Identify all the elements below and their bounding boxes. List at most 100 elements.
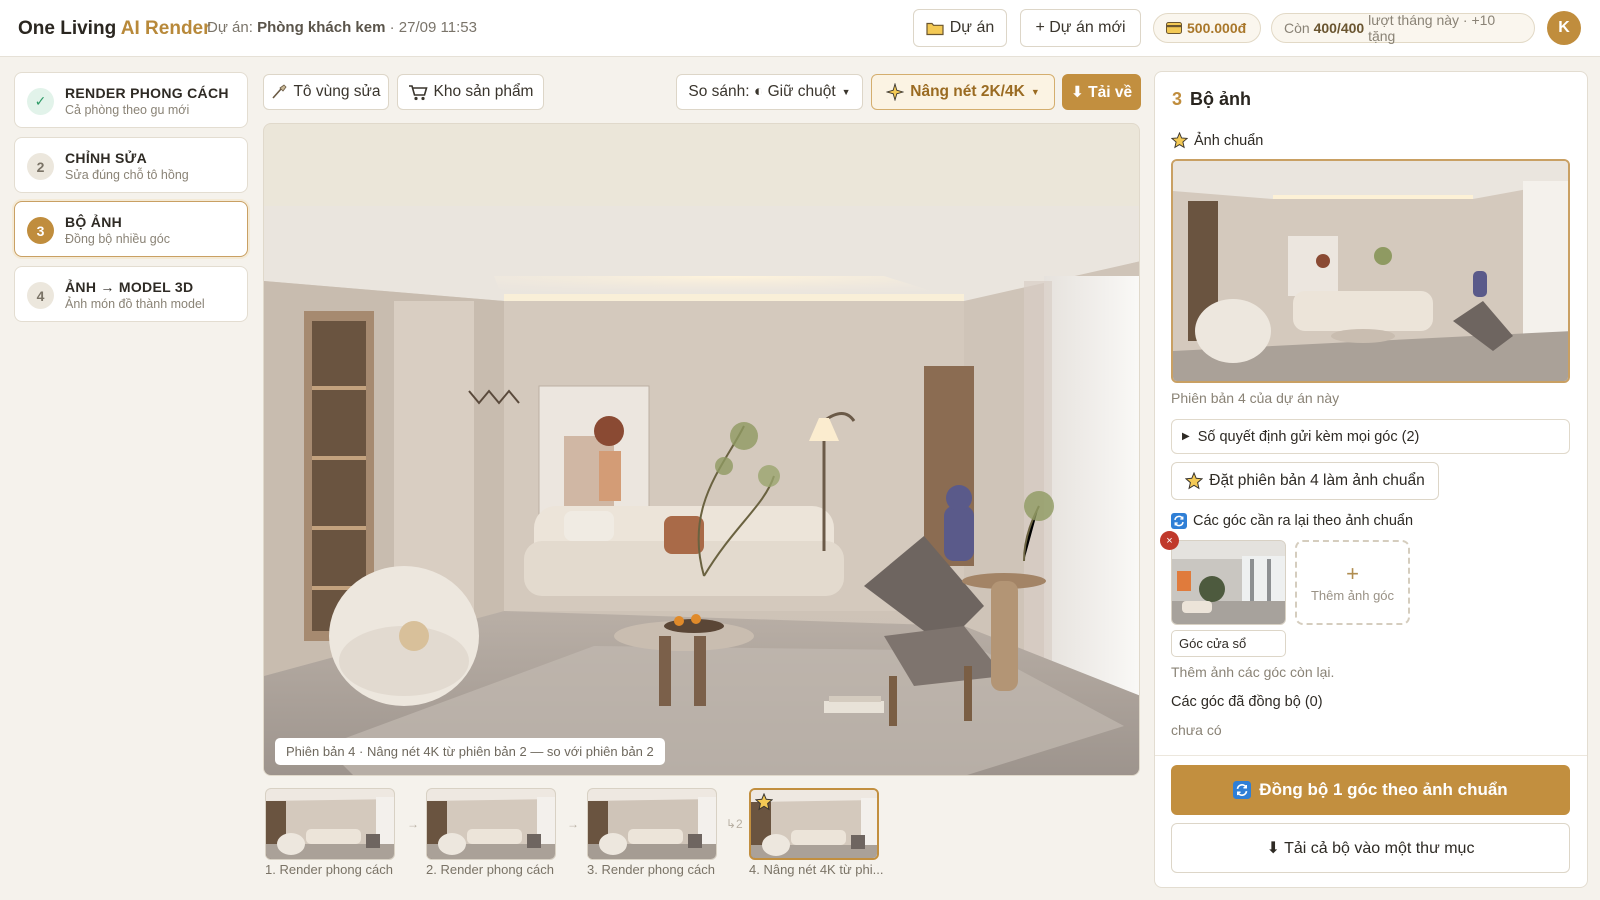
render-image — [264, 206, 1139, 775]
product-library-label: Kho sản phẩm — [433, 83, 534, 100]
set-reference-label: Đặt phiên bản 4 làm ảnh chuẩn — [1209, 472, 1425, 489]
app-header: One Living AI Render Dự án: Phòng khách … — [0, 0, 1600, 57]
step-number: 4 — [27, 282, 54, 309]
chevron-down-icon: ▼ — [1030, 87, 1040, 97]
step-title: RENDER PHONG CÁCH — [65, 85, 229, 101]
step-subtitle: Sửa đúng chỗ tô hồng — [65, 168, 189, 182]
angle-thumbnail[interactable] — [1171, 540, 1286, 625]
step-image-set[interactable]: 3 BỘ ẢNH Đồng bộ nhiều góc — [14, 201, 248, 257]
version-thumb-1[interactable] — [265, 788, 395, 860]
sparkle-icon — [886, 83, 905, 101]
download-button[interactable]: ⬇ Tải về — [1062, 74, 1141, 110]
step-title: CHỈNH SỬA — [65, 150, 147, 166]
step-check-icon: ✓ — [27, 88, 54, 115]
project-info: Dự án: Phòng khách kem · 27/09 11:53 — [207, 19, 477, 36]
sync-icon — [1171, 513, 1187, 529]
quota-value: 400/400 — [1313, 20, 1365, 36]
new-project-button-label: + Dự án mới — [1035, 19, 1126, 36]
new-project-button[interactable]: + Dự án mới — [1020, 9, 1141, 47]
step-subtitle: Ảnh món đồ thành model — [65, 297, 205, 311]
version-thumb-image — [266, 789, 394, 859]
download-all-button[interactable]: ⬇ Tải cả bộ vào một thư mục — [1171, 823, 1570, 873]
angles-heading: Các góc cần ra lại theo ảnh chuẩn — [1171, 513, 1413, 529]
panel-step-number: 3 — [1172, 89, 1183, 109]
credit-card-icon — [1166, 22, 1182, 34]
reference-image-render — [1173, 161, 1568, 381]
step-render-style[interactable]: ✓ RENDER PHONG CÁCH Cả phòng theo gu mới — [14, 72, 248, 128]
project-prefix: Dự án: — [207, 19, 253, 36]
set-reference-button[interactable]: Đặt phiên bản 4 làm ảnh chuẩn — [1171, 462, 1439, 500]
projects-button-label: Dự án — [949, 19, 995, 36]
angles-heading-text: Các góc cần ra lại theo ảnh chuẩn — [1193, 513, 1414, 529]
credit-balance: 500.000đ — [1153, 13, 1261, 43]
projects-button[interactable]: Dự án — [913, 9, 1007, 47]
step-number: 2 — [27, 153, 54, 180]
project-name: Phòng khách kem — [257, 19, 386, 36]
version-label: 3. Render phong cách — [587, 862, 715, 877]
image-set-panel: 3 Bộ ảnh Ảnh chuẩn Phiên bản 4 của dự án … — [1154, 71, 1588, 888]
version-arrow: → — [407, 817, 419, 831]
panel-title: 3 Bộ ảnh — [1172, 89, 1251, 110]
step-image-to-3d[interactable]: 4 ẢNH → MODEL 3D Ảnh món đồ thành model — [14, 266, 248, 322]
upscale-label: Nâng nét 2K/4K — [910, 83, 1025, 100]
reference-label: Ảnh chuẩn — [1171, 132, 1263, 149]
star-icon — [1185, 472, 1204, 490]
synced-empty-text: chưa có — [1171, 722, 1222, 738]
folder-icon — [926, 21, 944, 36]
star-icon — [754, 792, 774, 816]
reference-image[interactable] — [1171, 159, 1570, 383]
version-label: 4. Nâng nét 4K từ phi... — [749, 862, 884, 877]
paint-region-label: Tô vùng sửa — [293, 83, 381, 100]
version-thumb-4[interactable] — [749, 788, 879, 860]
version-thumb-3[interactable] — [587, 788, 717, 860]
decisions-accordion-label: Số quyết định gửi kèm mọi góc (2) — [1197, 428, 1420, 445]
step-subtitle: Đồng bộ nhiều góc — [65, 232, 170, 246]
step-number: 3 — [27, 217, 54, 244]
panel-divider — [1155, 755, 1587, 756]
caret-right-icon: ▶ — [1182, 431, 1190, 442]
compare-label: So sánh: ◐ Giữ chuột — [688, 83, 836, 100]
brand-logo[interactable]: One Living AI Render — [18, 18, 211, 40]
compare-select[interactable]: So sánh: ◐ Giữ chuột ▼ — [676, 74, 863, 110]
cart-icon — [408, 84, 428, 101]
version-branch-marker: ↳2 — [726, 817, 743, 831]
quota-prefix: Còn — [1284, 20, 1310, 36]
project-time: · 27/09 11:53 — [389, 19, 477, 36]
quota-suffix: lượt tháng này · +10 tặng — [1368, 12, 1496, 44]
reference-label-text: Ảnh chuẩn — [1194, 132, 1264, 149]
sync-angles-label: Đồng bộ 1 góc theo ảnh chuẩn — [1259, 780, 1508, 799]
panel-title-text: Bộ ảnh — [1190, 89, 1252, 109]
version-thumb-image — [427, 789, 555, 859]
plus-icon: + — [1346, 560, 1359, 586]
version-thumb-2[interactable] — [426, 788, 556, 860]
quota-info: Còn 400/400 lượt tháng này · +10 tặng — [1271, 12, 1535, 44]
step-title: ẢNH → MODEL 3D — [65, 279, 194, 295]
add-more-hint: Thêm ảnh các góc còn lại. — [1171, 664, 1335, 680]
reference-caption: Phiên bản 4 của dự án này — [1171, 390, 1340, 406]
step-title: BỘ ẢNH — [65, 214, 123, 230]
add-angle-label: Thêm ảnh góc — [1310, 587, 1395, 603]
remove-angle-button[interactable]: × — [1160, 531, 1179, 550]
upscale-button[interactable]: Nâng nét 2K/4K ▼ — [871, 74, 1055, 110]
angle-thumbnail-image — [1172, 541, 1285, 624]
credit-value: 500.000đ — [1187, 20, 1247, 36]
version-arrow: → — [567, 817, 579, 831]
avatar[interactable]: K — [1547, 11, 1581, 45]
version-label: 2. Render phong cách — [426, 862, 554, 877]
star-icon — [1171, 132, 1188, 149]
chevron-down-icon: ▼ — [841, 87, 851, 97]
version-caption: Phiên bản 4 · Nâng nét 4K từ phiên bản 2… — [275, 738, 665, 765]
paint-region-button[interactable]: Tô vùng sửa — [263, 74, 389, 110]
step-edit[interactable]: 2 CHỈNH SỬA Sửa đúng chỗ tô hồng — [14, 137, 248, 193]
brand-ai: AI Render — [120, 18, 211, 39]
version-thumb-image — [588, 789, 716, 859]
render-canvas[interactable]: Phiên bản 4 · Nâng nét 4K từ phiên bản 2… — [263, 123, 1140, 776]
sync-angles-button[interactable]: Đồng bộ 1 góc theo ảnh chuẩn — [1171, 765, 1570, 815]
sync-icon — [1233, 781, 1252, 799]
decisions-accordion[interactable]: ▶ Số quyết định gửi kèm mọi góc (2) — [1171, 419, 1570, 454]
angle-name-field[interactable]: Góc cửa sổ — [1171, 630, 1286, 657]
version-label: 1. Render phong cách — [265, 862, 393, 877]
brush-icon — [271, 84, 287, 100]
add-angle-button[interactable]: + Thêm ảnh góc — [1295, 540, 1410, 625]
product-library-button[interactable]: Kho sản phẩm — [397, 74, 544, 110]
